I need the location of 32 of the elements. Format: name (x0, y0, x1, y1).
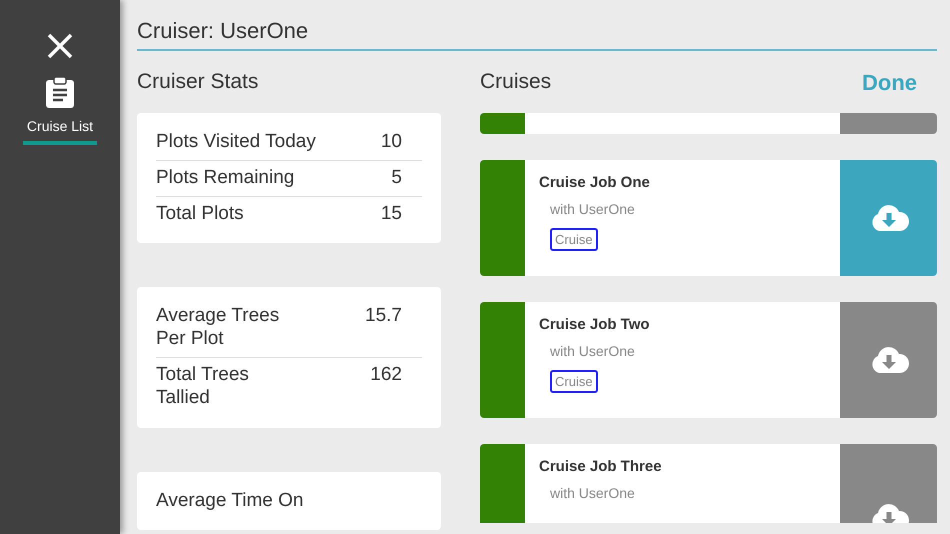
job-title: Cruise Job Two (539, 315, 651, 335)
download-button[interactable] (840, 302, 937, 418)
sidebar-tab[interactable]: Cruise List (23, 116, 97, 145)
stat-value: 162 (369, 364, 403, 387)
stat-value: 15.7 (364, 305, 403, 328)
job-card[interactable]: Cruise Job Two with UserOne Cruise (480, 302, 937, 418)
job-tag: Cruise (550, 228, 598, 251)
job-subtitle: with UserOne (549, 342, 636, 360)
stat-label: Plots Visited Today (156, 131, 316, 154)
status-strip (480, 113, 525, 134)
job-card[interactable]: Cruise Job One with UserOne Cruise (480, 160, 937, 276)
section-heading: Cruiser Stats (137, 69, 260, 96)
job-card[interactable]: Cruise Job Three with UserOne (480, 444, 937, 523)
stat-label: Total Trees Tallied (156, 364, 250, 410)
job-tag: Cruise (550, 370, 598, 393)
close-icon[interactable] (46, 32, 74, 60)
stat-label: Average Trees Per Plot (156, 305, 280, 351)
download-button[interactable] (840, 160, 937, 276)
stat-label: Average Time On (156, 490, 304, 512)
job-subtitle: with UserOne (549, 200, 636, 218)
stat-value: 15 (380, 202, 403, 226)
job-subtitle: with UserOne (549, 484, 636, 502)
job-title: Cruise Job Three (539, 457, 663, 477)
stat-value: 10 (380, 131, 403, 154)
clipboard-icon (45, 76, 75, 108)
stat-label: Total Plots (156, 202, 244, 226)
stat-value: 5 (390, 166, 403, 190)
page-title: Cruiser: UserOne (137, 0, 937, 51)
stat-label: Plots Remaining (156, 166, 294, 190)
job-title: Cruise Job One (539, 173, 651, 193)
section-heading: Cruises (480, 69, 552, 96)
job-card[interactable] (480, 113, 937, 134)
